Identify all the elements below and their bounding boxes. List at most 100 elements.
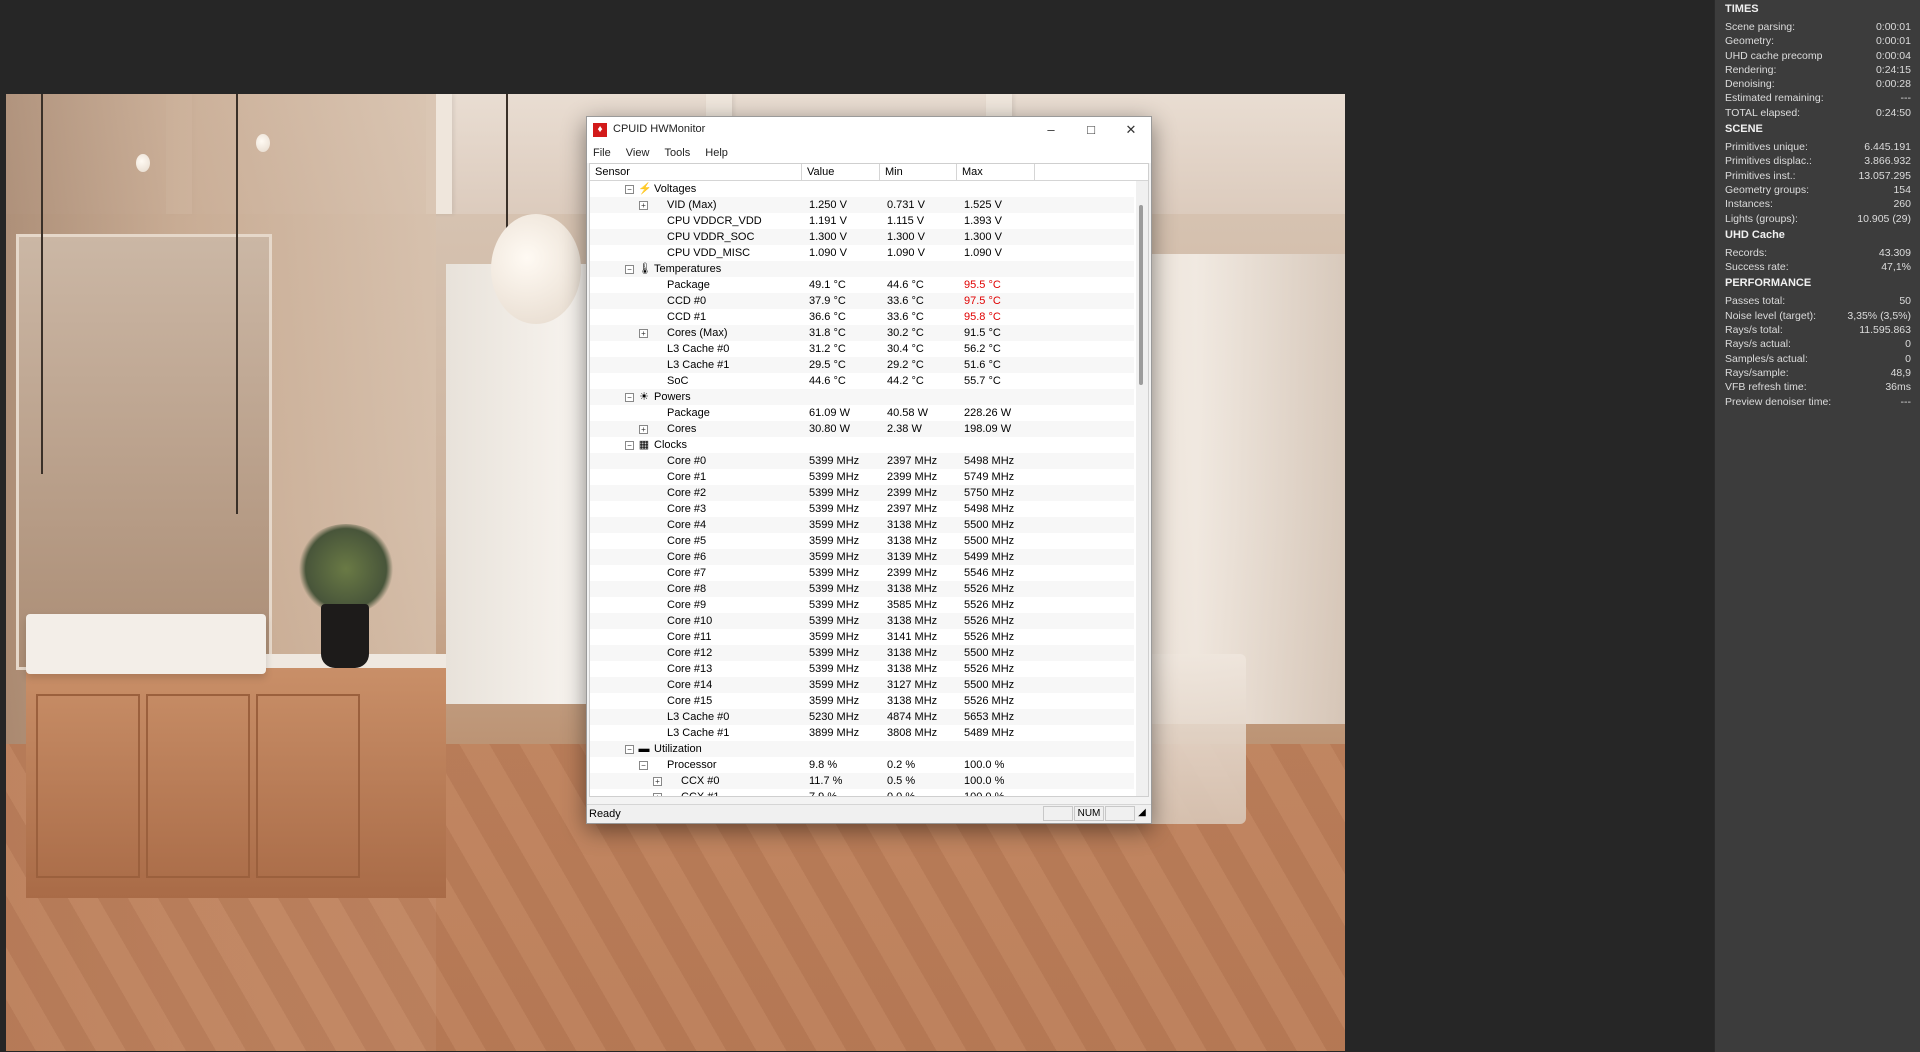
column-min[interactable]: Min bbox=[880, 164, 957, 180]
expand-icon[interactable]: + bbox=[639, 329, 648, 338]
sensor-min: 1.090 V bbox=[887, 247, 925, 259]
category-row[interactable]: ☀ − Powers bbox=[590, 389, 1134, 405]
stat-row: Passes total: 50 bbox=[1715, 294, 1920, 308]
collapse-icon[interactable]: − bbox=[625, 393, 634, 402]
collapse-icon[interactable]: − bbox=[625, 441, 634, 450]
sensor-row[interactable]: Package 61.09 W 40.58 W 228.26 W bbox=[590, 405, 1134, 421]
sensor-row[interactable]: + Cores 30.80 W 2.38 W 198.09 W bbox=[590, 421, 1134, 437]
sensor-min: 2397 MHz bbox=[887, 503, 938, 515]
sensor-row[interactable]: Core #14 3599 MHz 3127 MHz 5500 MHz bbox=[590, 677, 1134, 693]
column-max[interactable]: Max bbox=[957, 164, 1035, 180]
menu-help[interactable]: Help bbox=[699, 143, 734, 163]
sensor-row[interactable]: Core #8 5399 MHz 3138 MHz 5526 MHz bbox=[590, 581, 1134, 597]
sensor-row[interactable]: CPU VDDCR_VDD 1.191 V 1.115 V 1.393 V bbox=[590, 213, 1134, 229]
category-row[interactable]: ⚡ − Voltages bbox=[590, 181, 1134, 197]
sensor-max: 5489 MHz bbox=[964, 727, 1015, 739]
sensor-row[interactable]: + VID (Max) 1.250 V 0.731 V 1.525 V bbox=[590, 197, 1134, 213]
expand-icon[interactable]: + bbox=[653, 793, 662, 796]
menu-file[interactable]: File bbox=[587, 143, 617, 163]
stat-value: 10.905 (29) bbox=[1857, 212, 1911, 225]
stat-value: 260 bbox=[1893, 198, 1911, 211]
sensor-max: 100.0 % bbox=[964, 759, 1005, 771]
menu-tools[interactable]: Tools bbox=[659, 143, 697, 163]
sensor-row[interactable]: Core #5 3599 MHz 3138 MHz 5500 MHz bbox=[590, 533, 1134, 549]
sensor-row[interactable]: L3 Cache #0 5230 MHz 4874 MHz 5653 MHz bbox=[590, 709, 1134, 725]
pendant-cord bbox=[236, 94, 238, 514]
render-stats-panel: TIMES Scene parsing: 0:00:01 Geometry: 0:00:… bbox=[1714, 0, 1920, 1052]
maximize-button[interactable]: □ bbox=[1071, 117, 1111, 143]
category-row[interactable]: 🌡 − Temperatures bbox=[590, 261, 1134, 277]
sensor-row[interactable]: − Processor 9.8 % 0.2 % 100.0 % bbox=[590, 757, 1134, 773]
sensor-row[interactable]: CPU VDD_MISC 1.090 V 1.090 V 1.090 V bbox=[590, 245, 1134, 261]
sensor-row[interactable]: + Cores (Max) 31.8 °C 30.2 °C 91.5 °C bbox=[590, 325, 1134, 341]
sensor-row[interactable]: Core #3 5399 MHz 2397 MHz 5498 MHz bbox=[590, 501, 1134, 517]
collapse-icon[interactable]: − bbox=[639, 761, 648, 770]
sensor-row[interactable]: Core #7 5399 MHz 2399 MHz 5546 MHz bbox=[590, 565, 1134, 581]
scrollbar-thumb[interactable] bbox=[1139, 205, 1143, 385]
sensor-row[interactable]: Package 49.1 °C 44.6 °C 95.5 °C bbox=[590, 277, 1134, 293]
stat-label: Records: bbox=[1725, 246, 1768, 259]
sensor-row[interactable]: L3 Cache #1 3899 MHz 3808 MHz 5489 MHz bbox=[590, 725, 1134, 741]
collapse-icon[interactable]: − bbox=[625, 745, 634, 754]
category-row[interactable]: ▬ − Utilization bbox=[590, 741, 1134, 757]
sensor-min: 3138 MHz bbox=[887, 615, 938, 627]
sensor-row[interactable]: + CCX #1 7.9 % 0.0 % 100.0 % bbox=[590, 789, 1134, 797]
sensor-row[interactable]: CCD #0 37.9 °C 33.6 °C 97.5 °C bbox=[590, 293, 1134, 309]
sensor-name: CCX #1 bbox=[681, 791, 720, 797]
paper-lamp bbox=[491, 214, 581, 324]
column-header: Sensor Value Min Max bbox=[590, 164, 1148, 181]
sensor-row[interactable]: CCD #1 36.6 °C 33.6 °C 95.8 °C bbox=[590, 309, 1134, 325]
stat-value: 0:00:01 bbox=[1875, 35, 1911, 48]
stat-label: Scene parsing: bbox=[1725, 21, 1796, 33]
sensor-value: 3599 MHz bbox=[809, 631, 860, 643]
collapse-icon[interactable]: − bbox=[625, 265, 634, 274]
stat-value: 0 bbox=[1905, 338, 1911, 351]
expand-icon[interactable]: + bbox=[639, 425, 648, 434]
sensor-row[interactable]: SoC 44.6 °C 44.2 °C 55.7 °C bbox=[590, 373, 1134, 389]
sensor-min: 1.300 V bbox=[887, 231, 925, 243]
minimize-button[interactable]: – bbox=[1031, 117, 1071, 143]
sensor-row[interactable]: Core #11 3599 MHz 3141 MHz 5526 MHz bbox=[590, 629, 1134, 645]
sensor-row[interactable]: Core #4 3599 MHz 3138 MHz 5500 MHz bbox=[590, 517, 1134, 533]
sensor-row[interactable]: CPU VDDR_SOC 1.300 V 1.300 V 1.300 V bbox=[590, 229, 1134, 245]
resize-grip-icon[interactable]: ◢ bbox=[1136, 806, 1148, 821]
sensor-value: 1.300 V bbox=[809, 231, 847, 243]
sensor-row[interactable]: Core #13 5399 MHz 3138 MHz 5526 MHz bbox=[590, 661, 1134, 677]
vertical-scrollbar[interactable] bbox=[1136, 181, 1148, 796]
sensor-row[interactable]: Core #2 5399 MHz 2399 MHz 5750 MHz bbox=[590, 485, 1134, 501]
sensor-row[interactable]: Core #6 3599 MHz 3139 MHz 5499 MHz bbox=[590, 549, 1134, 565]
sensor-row[interactable]: Core #10 5399 MHz 3138 MHz 5526 MHz bbox=[590, 613, 1134, 629]
sensor-row[interactable]: Core #1 5399 MHz 2399 MHz 5749 MHz bbox=[590, 469, 1134, 485]
sensor-row[interactable]: L3 Cache #0 31.2 °C 30.4 °C 56.2 °C bbox=[590, 341, 1134, 357]
drawer bbox=[36, 694, 140, 878]
collapse-icon[interactable]: − bbox=[625, 185, 634, 194]
expand-icon[interactable]: + bbox=[639, 201, 648, 210]
stat-row: VFB refresh time: 36ms bbox=[1715, 380, 1920, 394]
sensor-value: 5399 MHz bbox=[809, 567, 860, 579]
num-lock-indicator: NUM bbox=[1074, 806, 1104, 821]
sensor-max: 5526 MHz bbox=[964, 631, 1015, 643]
sensor-row[interactable]: Core #12 5399 MHz 3138 MHz 5500 MHz bbox=[590, 645, 1134, 661]
stats-section-title: TIMES bbox=[1725, 3, 1759, 15]
hwmonitor-window[interactable]: ♦ CPUID HWMonitor – □ ✕ File View Tools … bbox=[586, 116, 1152, 824]
menu-view[interactable]: View bbox=[620, 143, 656, 163]
stat-label: UHD cache precomp bbox=[1725, 49, 1823, 62]
stat-value: 47,1% bbox=[1881, 261, 1911, 274]
sensor-row[interactable]: Core #0 5399 MHz 2397 MHz 5498 MHz bbox=[590, 453, 1134, 469]
title-bar[interactable]: ♦ CPUID HWMonitor – □ ✕ bbox=[587, 117, 1151, 143]
sensor-max: 5526 MHz bbox=[964, 695, 1015, 707]
stat-value: 48,9 bbox=[1890, 366, 1911, 379]
sensor-row[interactable]: Core #9 5399 MHz 3585 MHz 5526 MHz bbox=[590, 597, 1134, 613]
stat-value: 0:24:50 bbox=[1875, 106, 1911, 119]
sensor-row[interactable]: L3 Cache #1 29.5 °C 29.2 °C 51.6 °C bbox=[590, 357, 1134, 373]
column-sensor[interactable]: Sensor bbox=[590, 164, 802, 180]
sensor-min: 30.2 °C bbox=[887, 327, 924, 339]
close-button[interactable]: ✕ bbox=[1111, 117, 1151, 143]
column-value[interactable]: Value bbox=[802, 164, 880, 180]
category-row[interactable]: ▦ − Clocks bbox=[590, 437, 1134, 453]
sensor-max: 100.0 % bbox=[964, 791, 1005, 797]
sensor-tree[interactable]: Sensor Value Min Max ⚡ − Voltages + VID (Max… bbox=[589, 163, 1149, 797]
expand-icon[interactable]: + bbox=[653, 777, 662, 786]
sensor-row[interactable]: + CCX #0 11.7 % 0.5 % 100.0 % bbox=[590, 773, 1134, 789]
sensor-row[interactable]: Core #15 3599 MHz 3138 MHz 5526 MHz bbox=[590, 693, 1134, 709]
